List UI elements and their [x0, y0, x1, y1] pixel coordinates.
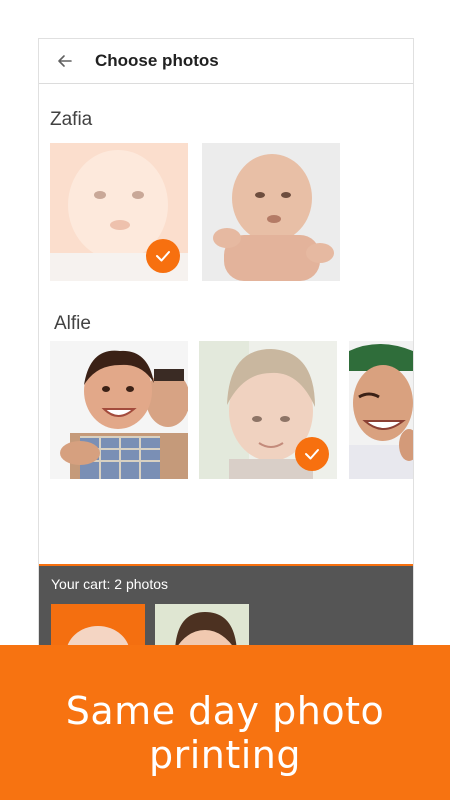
cart-summary: Your cart: 2 photos — [51, 576, 169, 592]
selected-check-badge — [295, 437, 329, 471]
selected-check-badge — [146, 239, 180, 273]
promo-text: Same day photo printing — [65, 689, 385, 777]
app-screen: Choose photos Zafia Alfie Your cart: 2 p… — [38, 38, 414, 660]
album-title-zafia: Zafia — [50, 109, 93, 130]
promo-banner: Same day photo printing — [0, 645, 450, 800]
photo-alfie-1[interactable] — [50, 341, 188, 479]
album-title-alfie: Alfie — [54, 313, 91, 334]
photo-zafia-2[interactable] — [202, 143, 340, 281]
back-arrow-icon[interactable] — [55, 51, 75, 71]
smiling-man-photo — [349, 341, 413, 479]
photo-zafia-1[interactable] — [50, 143, 188, 281]
photo-alfie-3[interactable] — [349, 341, 413, 479]
newborn-photo — [202, 143, 340, 281]
check-icon — [305, 449, 319, 460]
photo-alfie-2[interactable] — [199, 341, 337, 479]
check-icon — [156, 251, 170, 262]
page-title: Choose photos — [95, 51, 219, 70]
father-and-son-photo — [50, 341, 188, 479]
top-app-bar: Choose photos — [39, 39, 413, 84]
